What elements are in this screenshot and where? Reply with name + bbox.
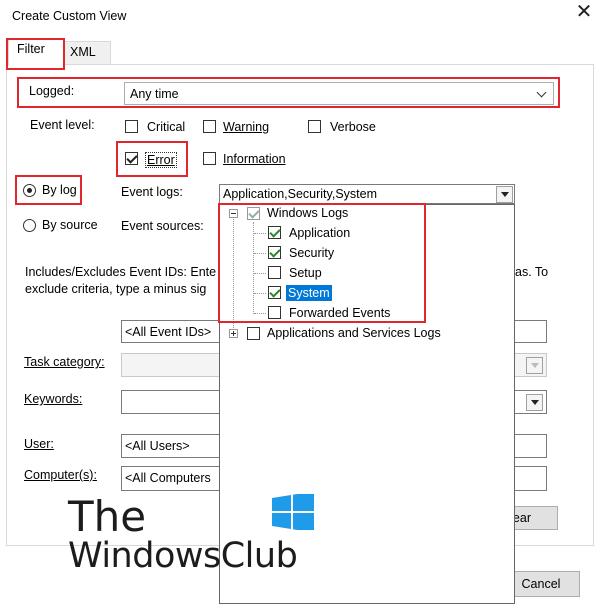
logged-label: Logged: [29,84,75,98]
event-ids-description-tail: as. To [515,265,549,279]
information-label: Information [223,152,286,166]
computers-label: Computer(s): [24,468,97,482]
event-ids-description-2: exclude criteria, type a minus sig [25,282,207,296]
information-checkbox[interactable] [203,152,216,165]
tab-xml[interactable]: XML [63,41,111,65]
by-log-radio[interactable] [23,184,36,197]
keywords-label: Keywords: [24,392,83,406]
watermark-line2: WindowsClub [68,536,298,576]
warning-label: Warning [223,120,270,134]
event-logs-dropdown-icon[interactable] [496,186,513,203]
user-value: <All Users> [125,439,190,453]
verbose-label: Verbose [330,120,376,134]
task-category-dropdown-icon[interactable] [526,357,543,374]
user-label: User: [24,437,54,451]
logged-select[interactable]: Any time [124,82,554,105]
chevron-down-icon [536,88,548,100]
app-services-logs-checkbox[interactable] [247,327,260,340]
cancel-button-label: Cancel [521,577,561,591]
by-source-label: By source [42,218,98,232]
warning-checkbox[interactable] [203,120,216,133]
error-label: Error [145,152,177,168]
expand-icon[interactable] [229,329,238,338]
verbose-checkbox[interactable] [308,120,321,133]
critical-label: Critical [147,120,186,134]
close-icon[interactable]: ✕ [574,2,594,22]
tab-xml-label: XML [70,45,96,59]
critical-checkbox[interactable] [125,120,138,133]
event-logs-value: Application,Security,System [223,187,377,201]
error-checkbox[interactable] [125,152,138,165]
app-services-logs-label: Applications and Services Logs [267,326,441,340]
keywords-dropdown-icon[interactable] [526,394,543,411]
task-category-label: Task category: [24,355,105,369]
event-sources-label: Event sources: [121,219,204,233]
watermark-line1: The [68,492,147,541]
by-source-radio[interactable] [23,219,36,232]
event-logs-label: Event logs: [121,185,183,199]
window-title: Create Custom View [12,9,127,23]
computers-value: <All Computers [125,471,211,485]
event-level-label: Event level: [30,118,95,132]
highlight-filter-tab [6,38,65,70]
windows-logo-icon [272,494,314,530]
event-logs-select[interactable]: Application,Security,System [219,184,515,204]
event-ids-description-1: Includes/Excludes Event IDs: Ente [25,265,217,279]
highlight-windows-logs [218,203,426,323]
by-log-label: By log [42,183,77,197]
event-ids-value: <All Event IDs> [125,325,212,339]
logged-value: Any time [130,87,179,101]
